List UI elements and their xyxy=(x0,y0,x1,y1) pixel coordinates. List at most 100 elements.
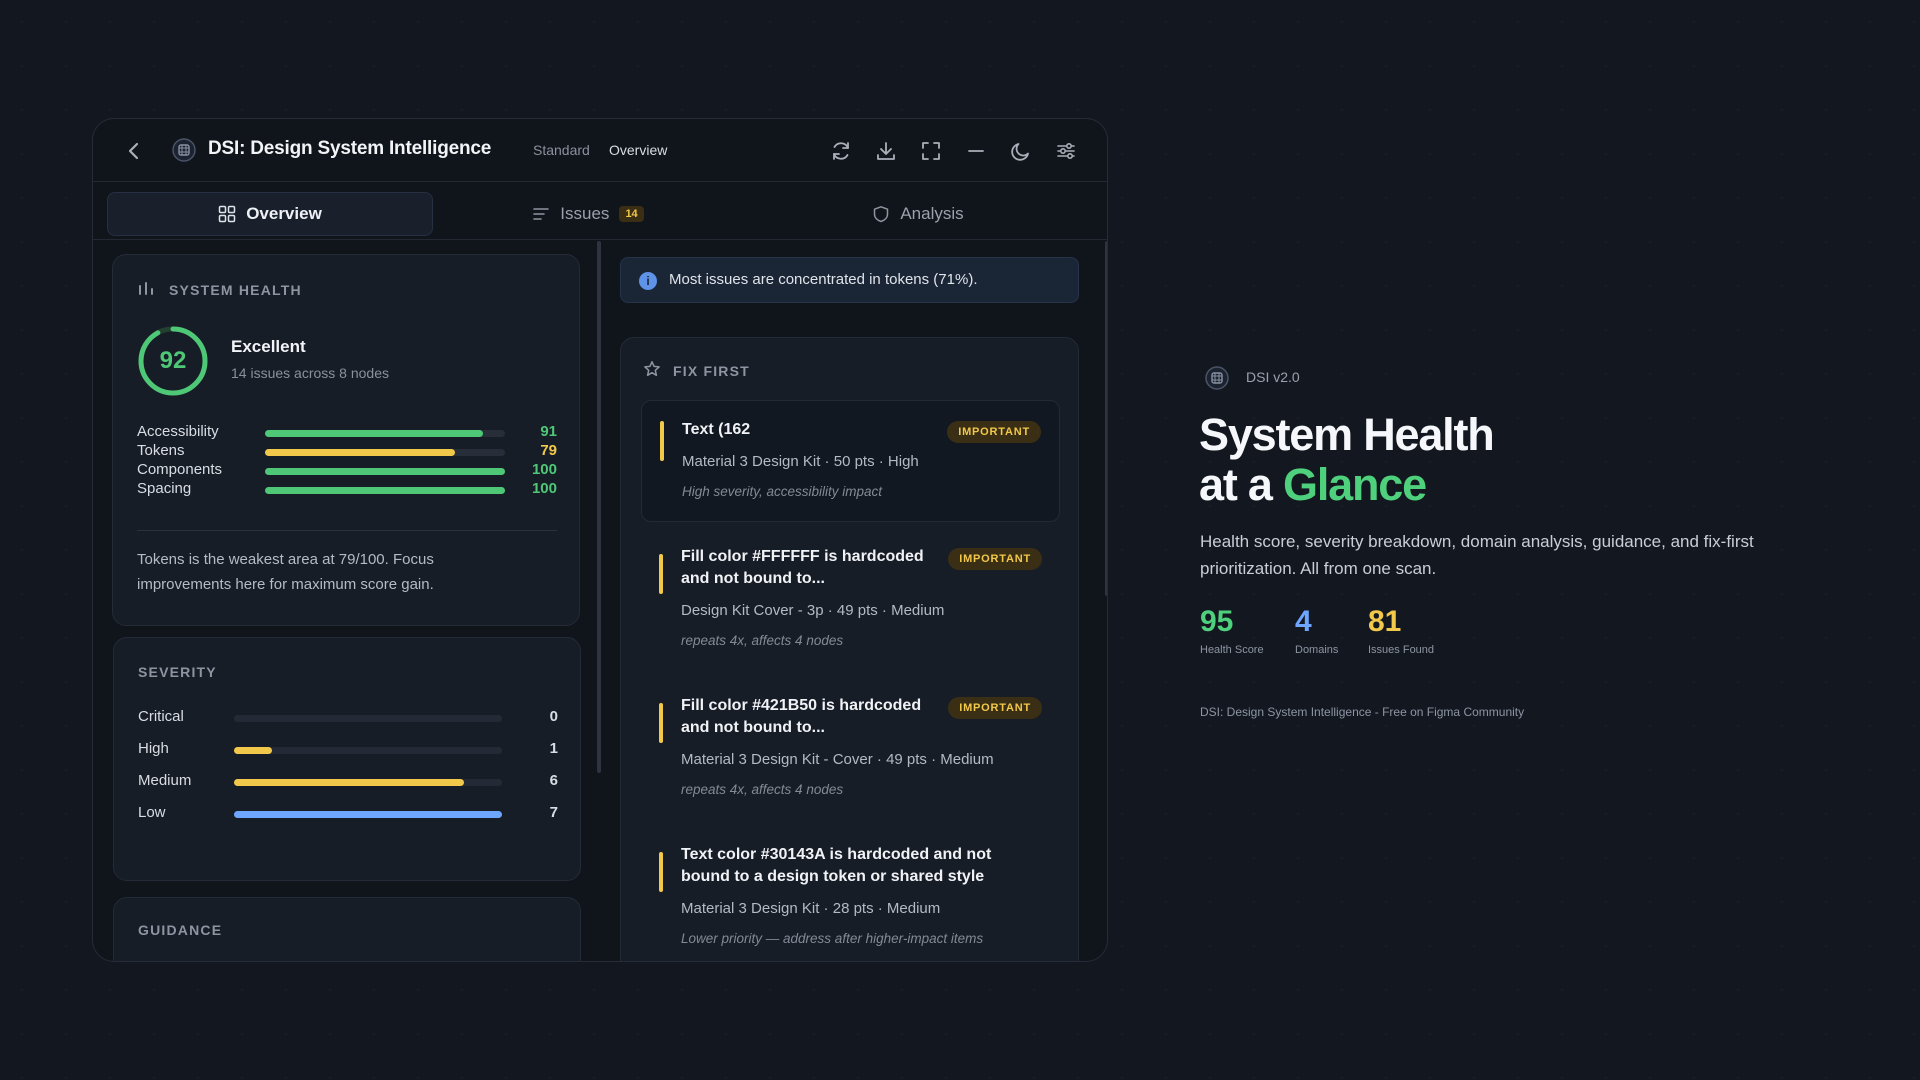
severity-track xyxy=(234,747,502,754)
severity-row: High 1 xyxy=(138,740,558,760)
star-icon xyxy=(644,361,660,377)
stat-value: 4 xyxy=(1295,605,1312,638)
severity-track xyxy=(234,715,502,722)
important-badge: IMPORTANT xyxy=(947,421,1041,443)
fix-item[interactable]: Fill color #421B50 is hardcoded and not … xyxy=(641,693,1060,823)
metric-label: Components xyxy=(137,461,223,478)
headline-highlight: Glance xyxy=(1283,459,1427,510)
issues-count-badge: 14 xyxy=(619,206,644,222)
severity-row: Medium 6 xyxy=(138,772,558,792)
breadcrumb-overview[interactable]: Overview xyxy=(609,142,667,158)
metric-track xyxy=(265,487,505,494)
priority-bar xyxy=(659,554,663,594)
severity-title: SEVERITY xyxy=(138,664,217,680)
app-title: DSI: Design System Intelligence xyxy=(208,138,492,159)
fullscreen-button[interactable] xyxy=(919,139,943,163)
fix-item-note: High severity, accessibility impact xyxy=(682,484,883,499)
stat-block: 4 Domains xyxy=(1295,604,1338,656)
important-badge: IMPORTANT xyxy=(948,697,1042,719)
version-label: DSI v2.0 xyxy=(1246,369,1300,385)
grid-icon xyxy=(218,205,236,223)
tab-analysis[interactable]: Analysis xyxy=(793,192,1043,236)
left-scrollbar[interactable] xyxy=(597,241,601,773)
stat-label: Issues Found xyxy=(1368,644,1435,656)
back-button[interactable] xyxy=(123,140,145,162)
metric-bar xyxy=(265,487,505,494)
metric-track xyxy=(265,449,505,456)
minimize-icon xyxy=(968,150,984,152)
fix-item-title: Fill color #421B50 is hardcoded and not … xyxy=(681,697,922,736)
stat-value: 81 xyxy=(1368,605,1402,638)
severity-row: Low 7 xyxy=(138,804,558,824)
promo-description: Health score, severity breakdown, domain… xyxy=(1200,532,1754,578)
system-health-card: SYSTEM HEALTH 92 Excellent 14 issues acr… xyxy=(112,254,580,626)
headline-line-1: System Health xyxy=(1199,409,1495,460)
tab-issues[interactable]: Issues 14 xyxy=(463,192,713,236)
health-note: Tokens is the weakest area at 79/100. Fo… xyxy=(137,551,434,593)
severity-card: SEVERITY Critical 0 High 1 Medium 6 Low 7 xyxy=(113,637,581,881)
bar-chart-icon xyxy=(139,282,153,295)
headline-line-2: at a Glance xyxy=(1199,460,1494,510)
metric-bar xyxy=(265,449,455,456)
tab-overview[interactable]: Overview xyxy=(107,192,433,236)
severity-row: Critical 0 xyxy=(138,708,558,728)
metric-value: 100 xyxy=(531,480,557,497)
tab-analysis-label: Analysis xyxy=(900,204,964,223)
moon-icon xyxy=(1011,143,1029,161)
guidance-card: GUIDANCE xyxy=(113,897,581,961)
theme-toggle-button[interactable] xyxy=(1009,139,1033,163)
fix-item-meta: Material 3 Design Kit · 28 pts · Medium xyxy=(681,900,941,917)
stat-label: Domains xyxy=(1295,644,1339,656)
fix-item[interactable]: Fill color #FFFFFF is hardcoded and not … xyxy=(641,544,1060,674)
minimize-button[interactable] xyxy=(964,139,988,163)
promo-headline: System Health at a Glance xyxy=(1199,409,1495,510)
info-banner: i Most issues are concentrated in tokens… xyxy=(620,257,1079,303)
metric-row: Components 100 xyxy=(137,461,557,481)
health-score-value: 92 xyxy=(159,347,187,374)
plugin-window: DSI: Design System Intelligence Standard… xyxy=(92,118,1108,962)
health-status: Excellent xyxy=(231,337,306,356)
fix-item-note: repeats 4x, affects 4 nodes xyxy=(681,633,844,648)
severity-count: 1 xyxy=(549,740,558,757)
fix-item-meta: Material 3 Design Kit - Cover · 49 pts ·… xyxy=(681,751,994,768)
fix-item[interactable]: Text color #30143A is hardcoded and not … xyxy=(641,842,1060,961)
metric-bar xyxy=(265,430,484,437)
metric-label: Spacing xyxy=(137,480,192,497)
severity-bar xyxy=(234,747,272,754)
title-bar: DSI: Design System Intelligence Standard… xyxy=(93,119,1107,182)
fix-first-card: FIX FIRST Text (162 IMPORTANT Material 3… xyxy=(620,337,1079,961)
info-icon: i xyxy=(639,272,657,290)
health-subtitle: 14 issues across 8 nodes xyxy=(231,365,389,381)
metric-value: 91 xyxy=(540,423,557,440)
right-scrollbar[interactable] xyxy=(1105,241,1107,596)
stat-value: 95 xyxy=(1200,605,1234,638)
refresh-icon xyxy=(833,142,849,160)
severity-label: Medium xyxy=(138,772,192,789)
severity-track xyxy=(234,779,502,786)
severity-label: Critical xyxy=(138,708,184,725)
fix-item[interactable]: Text (162 IMPORTANT Material 3 Design Ki… xyxy=(641,400,1060,522)
download-button[interactable] xyxy=(874,139,898,163)
severity-label: High xyxy=(138,740,169,757)
fullscreen-icon xyxy=(922,142,940,160)
stat-block: 95 Health Score xyxy=(1200,604,1264,656)
guidance-title: GUIDANCE xyxy=(138,922,223,938)
fix-item-meta: Material 3 Design Kit · 50 pts · High xyxy=(682,453,919,470)
list-icon xyxy=(533,208,550,220)
severity-bar xyxy=(234,779,465,786)
metric-value: 79 xyxy=(540,442,557,459)
fix-first-title: FIX FIRST xyxy=(673,363,750,379)
priority-bar xyxy=(659,852,663,892)
refresh-button[interactable] xyxy=(829,139,853,163)
breadcrumb-standard[interactable]: Standard xyxy=(533,142,590,158)
metric-track xyxy=(265,430,505,437)
stat-label: Health Score xyxy=(1200,644,1264,656)
tab-bar: Overview Issues 14 Analysis xyxy=(93,182,1107,240)
metric-row: Spacing 100 xyxy=(137,480,557,500)
settings-button[interactable] xyxy=(1054,139,1078,163)
headline-prefix: at a xyxy=(1199,459,1284,510)
shield-icon xyxy=(874,206,889,223)
metric-track xyxy=(265,468,505,475)
info-banner-text: Most issues are concentrated in tokens (… xyxy=(669,271,978,288)
chevron-left-icon xyxy=(128,142,139,160)
